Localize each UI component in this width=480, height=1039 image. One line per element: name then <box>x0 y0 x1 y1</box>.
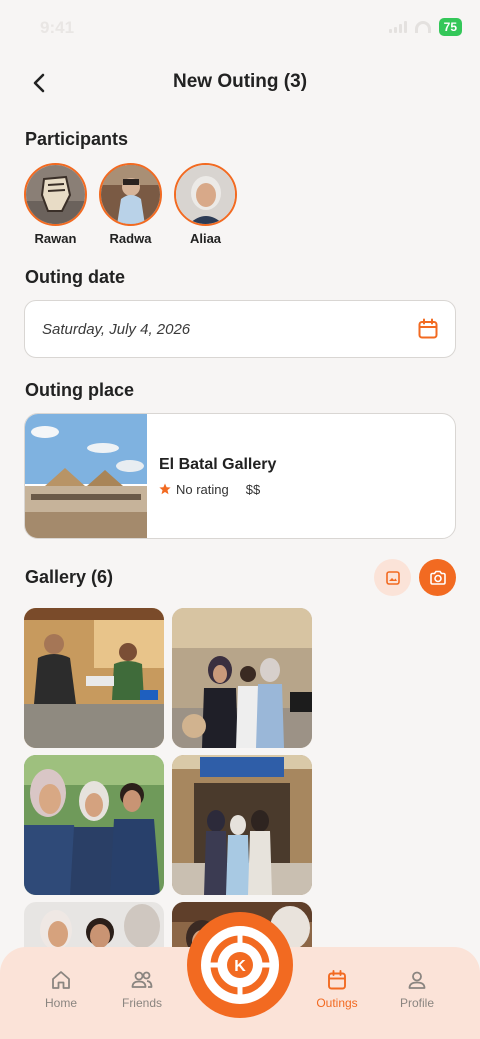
outing-date-title: Outing date <box>25 267 125 287</box>
status-time: 9:41 <box>40 18 75 37</box>
friends-icon <box>131 971 153 988</box>
gallery-photo[interactable] <box>24 902 164 949</box>
camera-icon <box>429 570 446 585</box>
avatar <box>99 163 162 226</box>
participants-title: Participants <box>25 129 129 149</box>
outing-date-field[interactable]: Saturday, July 4, 2026 <box>24 300 456 358</box>
take-photo-button[interactable] <box>419 559 456 596</box>
participants-list: Rawan Radwa Aliaa <box>24 163 237 246</box>
place-info: El Batal Gallery No rating $$ <box>147 414 276 538</box>
tab-label: Home <box>44 996 77 1010</box>
battery-indicator: 75 <box>438 18 462 36</box>
place-name: El Batal Gallery <box>159 455 277 473</box>
participant-name: Radwa <box>109 231 152 246</box>
participant-rawan[interactable]: Rawan <box>24 163 87 246</box>
gallery-grid <box>24 608 314 949</box>
fab-inner: K <box>201 926 279 1004</box>
calendar-icon <box>328 970 346 990</box>
profile-icon <box>408 971 426 989</box>
star-icon <box>159 483 171 495</box>
place-image <box>25 414 147 538</box>
calendar-icon[interactable] <box>417 318 439 340</box>
participant-name: Aliaa <box>189 231 222 246</box>
place-rating: No rating <box>176 481 229 497</box>
tab-label: Outings <box>316 996 358 1010</box>
outing-date-value: Saturday, July 4, 2026 <box>42 320 191 338</box>
tab-label: Profile <box>399 996 434 1010</box>
gallery-photo[interactable] <box>24 608 164 748</box>
gallery-photo[interactable] <box>172 755 312 895</box>
tab-profile[interactable]: Profile <box>379 969 455 1010</box>
add-image-button[interactable] <box>374 559 411 596</box>
fab-letter: K <box>234 958 246 975</box>
header: New Outing (3) <box>0 62 480 104</box>
page-title: New Outing (3) <box>172 71 308 92</box>
participant-radwa[interactable]: Radwa <box>99 163 162 246</box>
gallery-photo[interactable] <box>172 608 312 748</box>
gallery-actions <box>374 559 456 596</box>
app-logo-icon: K <box>210 935 270 995</box>
place-meta: No rating $$ <box>159 482 276 497</box>
wifi-icon <box>414 21 431 33</box>
gallery-title: Gallery (6) <box>25 567 114 587</box>
participant-aliaa[interactable]: Aliaa <box>174 163 237 246</box>
avatar <box>24 163 87 226</box>
new-outing-fab[interactable]: K <box>187 912 293 1018</box>
home-icon <box>52 971 70 989</box>
status-bar: 9:41 75 <box>0 0 480 56</box>
outing-place-title: Outing place <box>25 380 135 400</box>
place-price: $$ <box>245 481 261 497</box>
outing-place-card[interactable]: El Batal Gallery No rating $$ <box>24 413 456 539</box>
avatar <box>174 163 237 226</box>
image-icon <box>385 570 400 585</box>
tab-label: Friends <box>121 996 162 1010</box>
tab-friends[interactable]: Friends <box>104 969 180 1010</box>
tab-home[interactable]: Home <box>23 969 99 1010</box>
signal-icon <box>388 21 407 33</box>
gallery-photo[interactable] <box>24 755 164 895</box>
participant-name: Rawan <box>34 231 77 246</box>
tab-outings[interactable]: Outings <box>299 969 375 1010</box>
status-icons: 75 <box>388 18 462 36</box>
